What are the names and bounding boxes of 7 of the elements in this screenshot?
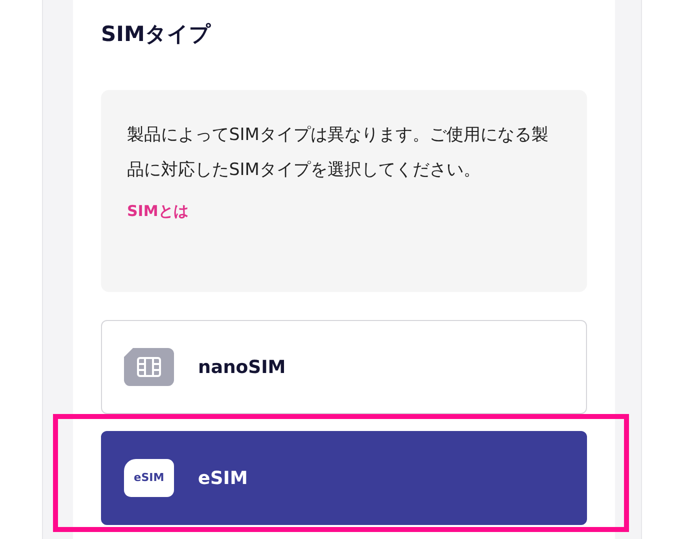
sim-card-icon <box>124 348 174 386</box>
esim-icon: eSIM <box>124 459 174 497</box>
sim-option[interactable]: eSIM eSIM <box>101 431 587 525</box>
sim-info-link[interactable]: SIMとは <box>127 200 188 222</box>
info-text: 製品によってSIMタイプは異なります。ご使用になる製品に対応したSIMタイプを選択してください。 <box>127 124 550 182</box>
section-title: SIMタイプ <box>101 21 212 48</box>
sim-option[interactable]: nanoSIM <box>101 320 587 414</box>
